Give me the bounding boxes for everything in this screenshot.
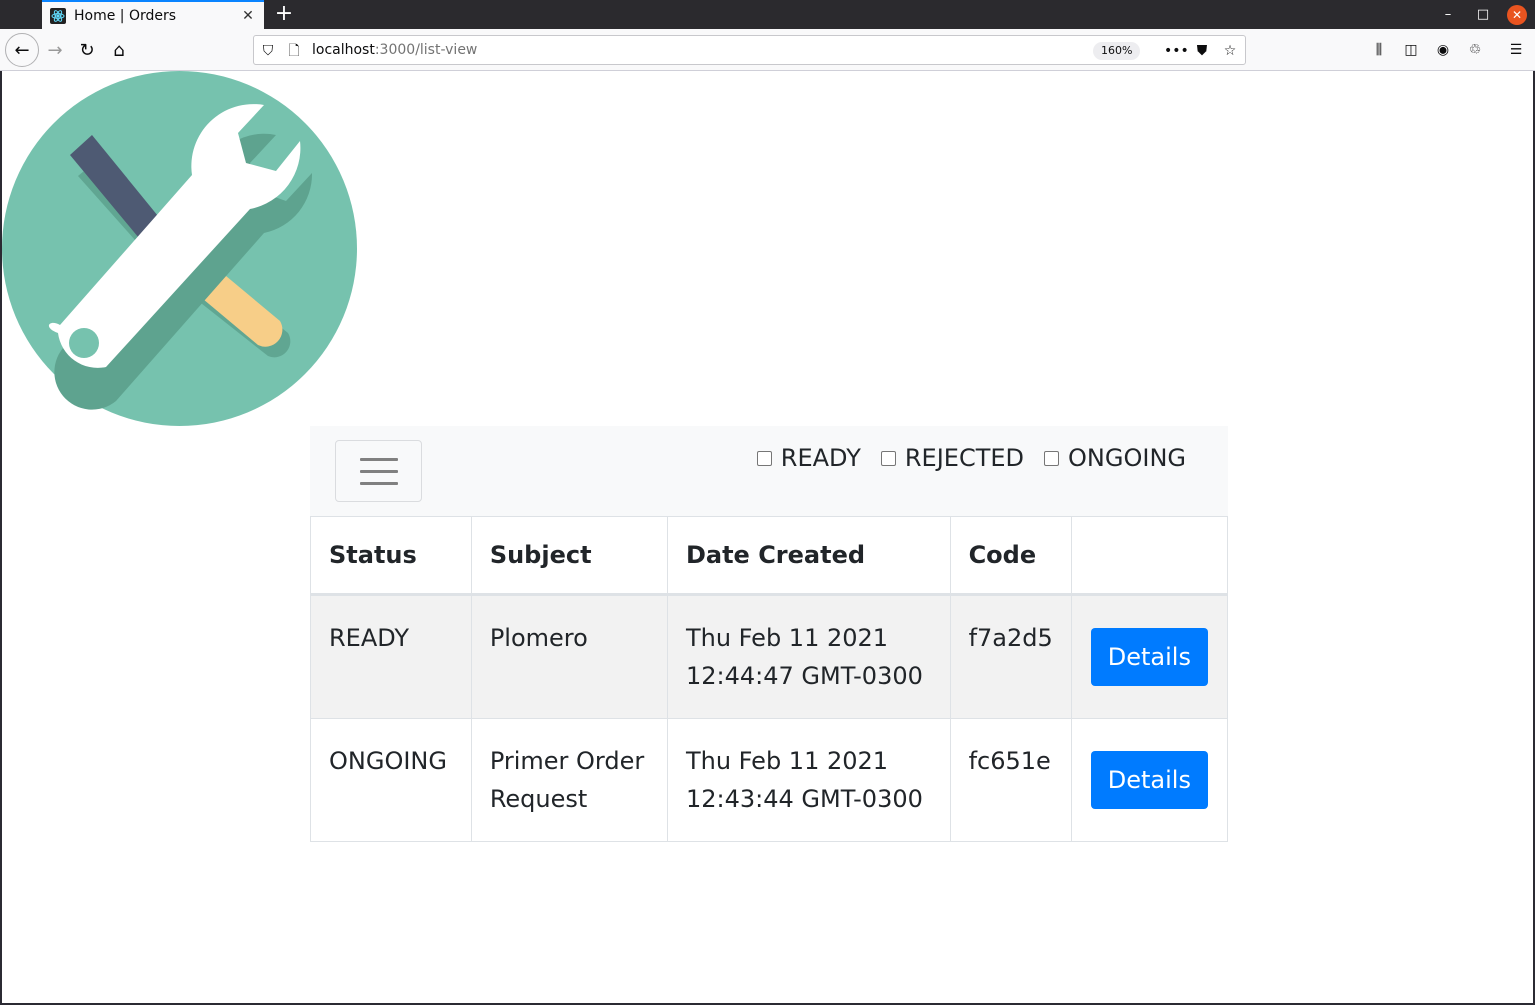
filter-rejected[interactable]: REJECTED	[880, 444, 1025, 472]
bookmark-star-icon[interactable]: ☆	[1220, 41, 1240, 61]
subject-line: Primer Order	[489, 747, 645, 775]
header-status: Status	[310, 516, 472, 596]
status-filters: READY REJECTED ONGOING	[737, 444, 1186, 472]
url-host: localhost	[312, 42, 375, 58]
menu-icon[interactable]: ☰	[1506, 40, 1526, 60]
cell-status: ONGOING	[310, 718, 472, 842]
shield-icon[interactable]: ⛉	[258, 41, 278, 61]
filter-ready-checkbox[interactable]	[756, 450, 772, 466]
filter-ready-label: READY	[780, 444, 861, 472]
tools-logo-icon	[2, 71, 357, 426]
subject-line: Request	[489, 785, 588, 813]
minimize-icon[interactable]: –	[1438, 5, 1458, 25]
account-icon[interactable]: ◉	[1433, 40, 1453, 60]
more-actions-icon[interactable]: •••	[1164, 41, 1189, 61]
window-close-icon[interactable]: ✕	[1507, 5, 1527, 25]
cell-status: READY	[310, 594, 472, 719]
date-line: Thu Feb 11 2021	[685, 624, 889, 652]
tab-title: Home | Orders	[74, 7, 177, 24]
address-bar[interactable]: ⛉ 🗋 localhost:3000/list-view 160% ••• ⛊ …	[253, 35, 1246, 65]
tab-bar: Home | Orders ✕ + – □ ✕	[0, 0, 1535, 29]
cell-date-created: Thu Feb 11 2021 12:43:44 GMT-0300	[666, 718, 951, 842]
header-actions	[1070, 516, 1229, 596]
orders-table: Status Subject Date Created Code READY P…	[310, 516, 1229, 842]
header-date-created: Date Created	[666, 516, 951, 596]
filter-ongoing[interactable]: ONGOING	[1044, 444, 1186, 472]
url-text[interactable]: localhost:3000/list-view	[312, 42, 477, 58]
table-header-row: Status Subject Date Created Code	[310, 516, 1229, 596]
home-icon[interactable]: ⌂	[103, 34, 135, 66]
table-row: READY Plomero Thu Feb 11 2021 12:44:47 G…	[310, 594, 1229, 719]
filter-ongoing-checkbox[interactable]	[1044, 450, 1060, 466]
new-tab-icon[interactable]: +	[272, 2, 296, 26]
header-subject: Subject	[470, 516, 668, 596]
pocket-icon[interactable]: ⛊	[1192, 41, 1212, 61]
details-button[interactable]: Details	[1090, 751, 1208, 809]
react-favicon-icon	[50, 7, 66, 24]
cell-action: Details	[1070, 718, 1229, 842]
cell-subject: Plomero	[470, 594, 668, 719]
tab-close-icon[interactable]: ✕	[240, 8, 256, 24]
library-icon[interactable]: ⫼	[1369, 40, 1389, 60]
forward-arrow-icon[interactable]: →	[39, 34, 71, 66]
cell-subject: Primer Order Request	[470, 718, 668, 842]
extension-icon[interactable]: ♲	[1465, 40, 1485, 60]
sidebar-icon[interactable]: ◫	[1401, 40, 1421, 60]
cell-code: fc651e	[949, 718, 1072, 842]
navbar-toggler-button[interactable]	[335, 440, 422, 502]
filter-rejected-label: REJECTED	[904, 444, 1025, 472]
time-line: 12:43:44 GMT-0300	[685, 785, 923, 813]
tab-home-orders[interactable]: Home | Orders ✕	[42, 0, 264, 29]
page-info-icon[interactable]: 🗋	[284, 41, 304, 61]
page-content: READY REJECTED ONGOING Status Subject Da…	[2, 71, 1533, 1003]
reload-icon[interactable]: ↻	[71, 34, 103, 66]
time-line: 12:44:47 GMT-0300	[685, 662, 923, 690]
table-row: ONGOING Primer Order Request Thu Feb 11 …	[310, 718, 1229, 842]
header-code: Code	[949, 516, 1072, 596]
back-arrow-icon[interactable]: ←	[5, 33, 39, 67]
maximize-icon[interactable]: □	[1473, 5, 1493, 25]
hamburger-line	[359, 457, 398, 461]
cell-code: f7a2d5	[949, 594, 1072, 719]
details-button[interactable]: Details	[1090, 628, 1208, 686]
date-line: Thu Feb 11 2021	[685, 747, 889, 775]
url-path: :3000/list-view	[374, 42, 478, 58]
hamburger-line	[359, 481, 398, 485]
navigation-bar: ← → ↻ ⌂ ⛉ 🗋 localhost:3000/list-view 160…	[0, 29, 1535, 71]
cell-action: Details	[1070, 594, 1229, 719]
filter-rejected-checkbox[interactable]	[880, 450, 896, 466]
hamburger-line	[359, 469, 398, 473]
zoom-level-badge[interactable]: 160%	[1093, 42, 1141, 60]
cell-date-created: Thu Feb 11 2021 12:44:47 GMT-0300	[666, 594, 951, 719]
filter-ongoing-label: ONGOING	[1068, 444, 1186, 472]
filter-navbar: READY REJECTED ONGOING	[310, 426, 1228, 516]
filter-ready[interactable]: READY	[756, 444, 861, 472]
